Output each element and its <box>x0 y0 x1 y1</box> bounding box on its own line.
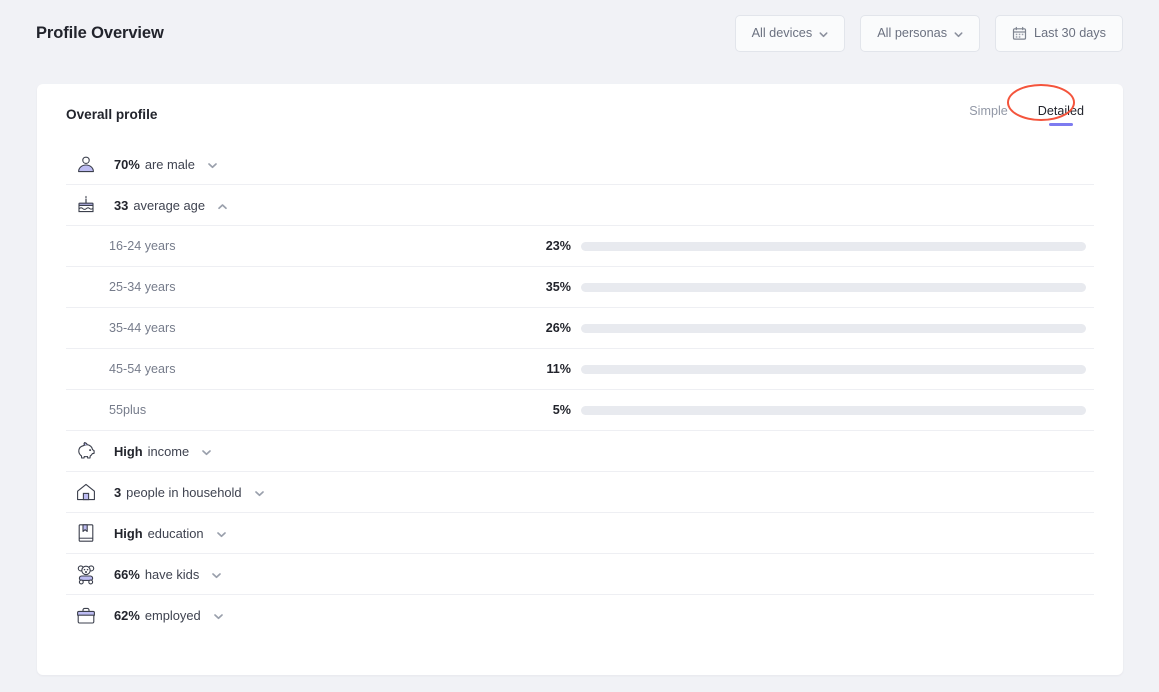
page-title: Profile Overview <box>36 23 164 42</box>
calendar-icon <box>1012 26 1027 41</box>
profile-row-label: are male <box>144 156 195 172</box>
age-bucket-bar-track <box>581 241 1086 251</box>
age-breakdown-row: 45-54 years 11% <box>66 349 1094 390</box>
profile-row-value: High <box>114 525 143 541</box>
chevron-down-icon <box>954 30 963 39</box>
chevron-up-icon[interactable] <box>217 201 228 212</box>
age-breakdown-row: 25-34 years 35% <box>66 267 1094 308</box>
profile-row-employment[interactable]: 62% employed <box>66 595 1094 636</box>
profile-row-label: education <box>147 525 204 541</box>
profile-row-text: 3 people in household <box>114 485 242 500</box>
profile-row-label: people in household <box>126 484 242 500</box>
profile-row-text: 33 average age <box>114 198 205 213</box>
age-breakdown-row: 16-24 years 23% <box>66 226 1094 267</box>
chevron-down-icon[interactable] <box>207 160 218 171</box>
top-bar: Profile Overview All devices All persona… <box>0 0 1159 66</box>
profile-rows: 70% are male 33 average age 16-24 years … <box>37 144 1123 636</box>
person-icon <box>75 153 97 175</box>
personas-filter-button[interactable]: All personas <box>860 14 981 52</box>
tab-detailed-wrapper: Detailed <box>1006 84 1094 128</box>
age-breakdown-row: 35-44 years 26% <box>66 308 1094 349</box>
age-bucket-percent: 26% <box>545 321 571 335</box>
age-bucket-label: 55plus <box>109 403 147 417</box>
age-breakdown-row: 55plus 5% <box>66 390 1094 431</box>
tab-detailed[interactable]: Detailed <box>1028 100 1094 128</box>
profile-row-text: 62% employed <box>114 608 201 623</box>
age-bucket-bar-track <box>581 364 1086 374</box>
date-range-filter-button[interactable]: Last 30 days <box>995 14 1123 52</box>
briefcase-icon <box>75 605 97 627</box>
devices-filter-button[interactable]: All devices <box>734 14 846 52</box>
profile-row-text: 66% have kids <box>114 567 199 582</box>
profile-row-kids[interactable]: 66% have kids <box>66 554 1094 595</box>
view-mode-toggle: Simple Detailed <box>959 84 1094 128</box>
age-bucket-label: 25-34 years <box>109 280 176 294</box>
house-icon <box>75 481 97 503</box>
profile-row-label: have kids <box>144 566 200 582</box>
age-bucket-bar-track <box>581 405 1086 415</box>
age-bucket-percent: 5% <box>552 403 571 417</box>
profile-row-label: average age <box>133 197 206 213</box>
chevron-down-icon <box>819 30 828 39</box>
age-bucket-label: 35-44 years <box>109 321 176 335</box>
profile-row-value: 66% <box>114 566 140 582</box>
chevron-down-icon[interactable] <box>211 570 222 581</box>
profile-row-value: 70% <box>114 156 140 172</box>
profile-row-value: 33 <box>114 197 129 213</box>
age-bucket-percent: 35% <box>545 280 571 294</box>
chevron-down-icon[interactable] <box>213 611 224 622</box>
profile-row-income[interactable]: High income <box>66 431 1094 472</box>
profile-row-label: employed <box>144 608 201 623</box>
overall-profile-card: Overall profile Simple Detailed 70% are … <box>37 84 1123 675</box>
profile-row-age[interactable]: 33 average age <box>66 185 1094 226</box>
tab-simple[interactable]: Simple <box>959 100 1018 128</box>
age-bucket-bar-track <box>581 323 1086 333</box>
book-icon <box>75 522 97 544</box>
profile-row-label: income <box>147 443 190 459</box>
date-range-filter-label: Last 30 days <box>1034 26 1106 40</box>
top-bar-controls: All devices All personas Last 30 days <box>734 14 1123 52</box>
teddybear-icon <box>75 563 97 585</box>
profile-row-household[interactable]: 3 people in household <box>66 472 1094 513</box>
card-title: Overall profile <box>66 106 158 122</box>
chevron-down-icon[interactable] <box>216 529 227 540</box>
devices-filter-label: All devices <box>751 26 813 40</box>
profile-row-value: High <box>114 443 143 459</box>
profile-row-value: 3 <box>114 484 122 500</box>
profile-row-text: High education <box>114 526 204 541</box>
personas-filter-label: All personas <box>877 26 948 40</box>
age-bucket-percent: 11% <box>546 362 571 376</box>
profile-row-value: 62% <box>114 608 140 623</box>
cake-icon <box>75 194 97 216</box>
chevron-down-icon[interactable] <box>254 488 265 499</box>
age-bucket-label: 45-54 years <box>109 362 176 376</box>
profile-row-text: 70% are male <box>114 157 195 172</box>
profile-row-education[interactable]: High education <box>66 513 1094 554</box>
profile-row-text: High income <box>114 444 189 459</box>
age-bucket-bar-track <box>581 282 1086 292</box>
chevron-down-icon[interactable] <box>201 447 212 458</box>
age-bucket-label: 16-24 years <box>109 239 176 253</box>
age-bucket-percent: 23% <box>545 239 571 253</box>
card-header: Overall profile Simple Detailed <box>37 84 1123 144</box>
profile-row-gender[interactable]: 70% are male <box>66 144 1094 185</box>
piggybank-icon <box>75 440 97 462</box>
